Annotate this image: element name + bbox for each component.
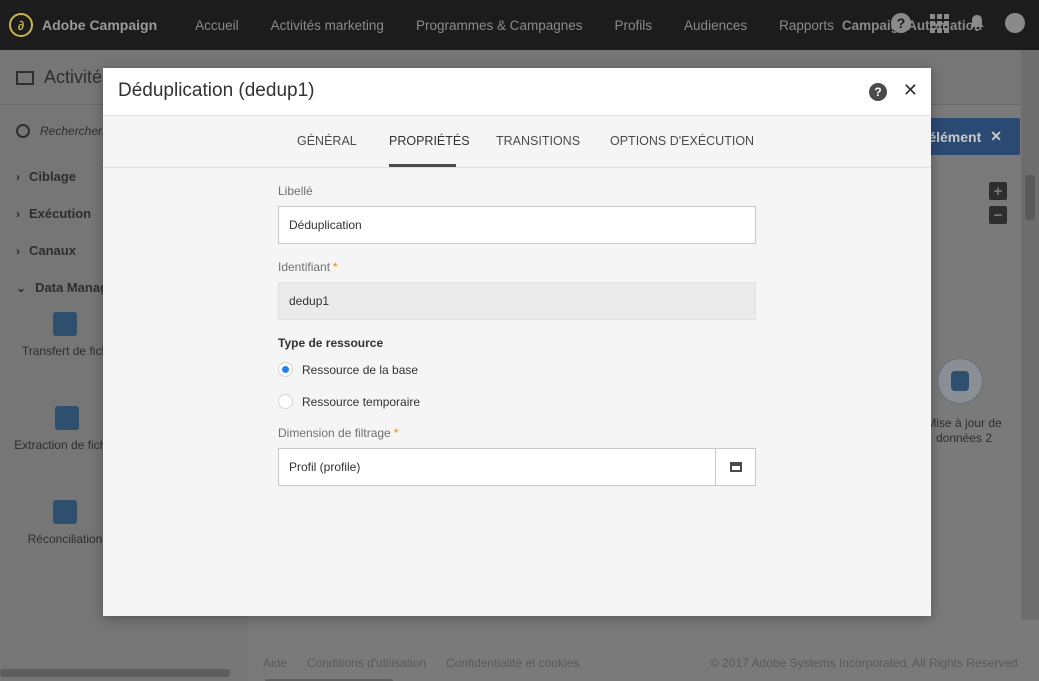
workflow-node-update-data[interactable] xyxy=(937,358,983,404)
bell-icon[interactable] xyxy=(967,13,987,33)
zoom-in-icon[interactable]: + xyxy=(989,182,1007,200)
label-field-label: Libellé xyxy=(278,184,313,198)
left-panel-scrollbar[interactable] xyxy=(0,669,230,677)
category-label: Canaux xyxy=(29,243,76,258)
help-icon[interactable]: ? xyxy=(869,83,887,101)
tab-general[interactable]: GÉNÉRAL xyxy=(297,134,357,148)
nav-item-audiences[interactable]: Audiences xyxy=(684,18,747,33)
close-icon: ✕ xyxy=(990,128,1002,144)
search-placeholder: Rechercher... xyxy=(40,124,112,138)
required-star: * xyxy=(393,426,399,440)
close-icon[interactable]: ✕ xyxy=(903,80,918,101)
folder-picker-icon xyxy=(729,462,742,472)
radio-label: Ressource temporaire xyxy=(302,394,421,409)
tab-proprietes[interactable]: PROPRIÉTÉS xyxy=(389,134,470,148)
category-data-management[interactable]: ⌄ Data Manage xyxy=(16,280,115,295)
top-navigation-bar: ∂ Adobe Campaign Accueil Activités marke… xyxy=(0,0,1039,50)
file-transfer-icon xyxy=(53,312,77,336)
app-switcher-icon[interactable] xyxy=(929,13,949,33)
tool-label: Réconciliation xyxy=(27,532,103,546)
nav-item-profils[interactable]: Profils xyxy=(615,18,653,33)
filter-dimension-picker-button[interactable] xyxy=(716,448,756,486)
category-execution[interactable]: › Exécution xyxy=(16,206,91,221)
page-title-text: Activités xyxy=(44,67,112,87)
search-input[interactable]: Rechercher... xyxy=(16,124,112,138)
dialog-header: Déduplication (dedup1) ? ✕ xyxy=(103,68,931,116)
id-label-text: Identifiant xyxy=(278,260,331,274)
nav-item-programmes-campagnes[interactable]: Programmes & Campagnes xyxy=(416,18,583,33)
node-label: Mise à jour de données 2 xyxy=(926,416,1002,445)
scrollbar-thumb[interactable] xyxy=(1025,175,1035,220)
footer-link-conditions[interactable]: Conditions d'utilisation xyxy=(307,656,426,670)
search-icon xyxy=(16,124,30,138)
category-ciblage[interactable]: › Ciblage xyxy=(16,169,76,184)
copyright: © 2017 Adobe Systems Incorporated. All R… xyxy=(709,656,1021,670)
tab-options-execution[interactable]: OPTIONS D'EXÉCUTION xyxy=(610,134,754,148)
radio-resource-temporary[interactable]: Ressource temporaire xyxy=(278,394,420,409)
radio-label: Ressource de la base xyxy=(302,362,419,377)
footer-link-aide[interactable]: Aide xyxy=(263,656,287,670)
deduplication-dialog: Déduplication (dedup1) ? ✕ GÉNÉRAL PROPR… xyxy=(103,68,931,616)
radio-resource-base[interactable]: Ressource de la base xyxy=(278,362,418,377)
active-tab-indicator xyxy=(389,164,456,167)
category-canaux[interactable]: › Canaux xyxy=(16,243,76,258)
filter-dimension-label: Dimension de filtrage * xyxy=(278,426,398,440)
top-icons: ? xyxy=(873,13,1025,33)
add-element-label: élément xyxy=(928,128,982,145)
brand-name[interactable]: Adobe Campaign xyxy=(42,17,157,33)
id-field-label: Identifiant * xyxy=(278,260,338,274)
nav-item-accueil[interactable]: Accueil xyxy=(195,18,239,33)
label-field[interactable]: Déduplication xyxy=(278,206,756,244)
chevron-right-icon: › xyxy=(16,169,20,184)
category-label: Ciblage xyxy=(29,169,76,184)
footer-link-confidentialite[interactable]: Confidentialité et cookies xyxy=(446,656,579,670)
tool-label: Transfert de fich xyxy=(21,344,109,358)
dialog-title: Déduplication (dedup1) xyxy=(118,80,315,101)
reconciliation-icon xyxy=(53,500,77,524)
nav-item-rapports[interactable]: Rapports xyxy=(779,18,834,33)
chevron-down-icon: ⌄ xyxy=(16,280,27,295)
filter-dimension-input[interactable]: Profil (profile) xyxy=(278,448,716,486)
page-title: Activités xyxy=(16,67,111,88)
database-update-icon xyxy=(951,371,969,391)
zoom-out-icon[interactable]: − xyxy=(989,206,1007,224)
footer-links: Aide Conditions d'utilisation Confidenti… xyxy=(263,656,599,670)
chevron-right-icon: › xyxy=(16,206,20,221)
panel-toggle-icon[interactable] xyxy=(16,70,34,85)
help-icon[interactable]: ? xyxy=(891,13,911,33)
chevron-right-icon: › xyxy=(16,243,20,258)
file-extraction-icon xyxy=(55,406,79,430)
radio-selected-icon xyxy=(278,362,293,377)
filter-dimension-text: Dimension de filtrage xyxy=(278,426,391,440)
user-avatar-icon[interactable] xyxy=(1005,13,1025,33)
nav-item-activites-marketing[interactable]: Activités marketing xyxy=(271,18,384,33)
dialog-tabs: GÉNÉRAL PROPRIÉTÉS TRANSITIONS OPTIONS D… xyxy=(103,116,931,168)
radio-unselected-icon xyxy=(278,394,293,409)
resource-type-heading: Type de ressource xyxy=(278,336,384,350)
adobe-campaign-logo-icon[interactable]: ∂ xyxy=(9,13,33,37)
required-star: * xyxy=(333,260,338,274)
filter-dimension-field: Profil (profile) xyxy=(278,448,756,486)
page-vertical-scrollbar[interactable] xyxy=(1021,50,1039,620)
id-field: dedup1 xyxy=(278,282,756,320)
category-label: Exécution xyxy=(29,206,92,221)
tab-transitions[interactable]: TRANSITIONS xyxy=(496,134,580,148)
